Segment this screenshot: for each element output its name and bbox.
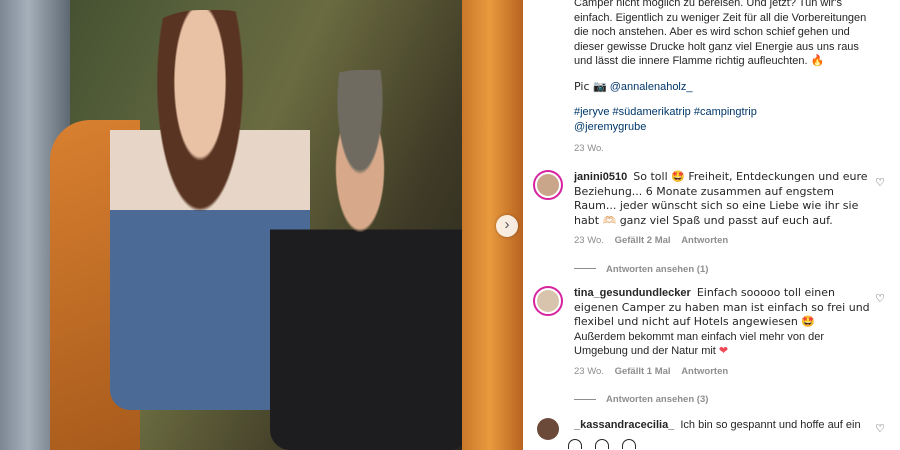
comment-username[interactable]: tina_gesundundlecker — [574, 287, 691, 299]
post-photo: › — [0, 0, 523, 450]
caption-timestamp[interactable]: 23 Wo. — [574, 142, 874, 157]
avatar[interactable] — [533, 414, 563, 444]
person-man — [270, 70, 470, 450]
like-post-icon[interactable] — [568, 439, 582, 449]
comment-icon[interactable] — [595, 439, 609, 449]
view-replies-button[interactable]: Antworten ansehen (1) — [574, 263, 874, 278]
caption-hashtags[interactable]: #jeryve #südamerikatrip #campingtrip — [574, 105, 874, 120]
comments-pane: Camper nicht möglich zu bereisen. Und je… — [523, 0, 900, 450]
caption-text: Camper nicht möglich zu bereisen. Und je… — [574, 0, 867, 67]
comment-text: Ich bin so gespannt und hoffe auf ein — [680, 419, 861, 431]
comment-actions: 23 Wo. Gefällt 1 Mal Antworten — [574, 365, 874, 380]
comment-likes[interactable]: Gefällt 1 Mal — [615, 366, 671, 377]
share-icon[interactable] — [622, 439, 636, 449]
next-image-icon[interactable]: › — [496, 215, 518, 237]
view-replies-button[interactable]: Antworten ansehen (3) — [574, 393, 874, 408]
avatar[interactable] — [533, 170, 563, 200]
photo-credit-prefix: Pic 📷 — [574, 79, 607, 93]
comment-timestamp[interactable]: 23 Wo. — [574, 235, 604, 246]
reply-button[interactable]: Antworten — [681, 366, 728, 377]
view-replies-label: Antworten ansehen (1) — [606, 263, 709, 275]
comment-likes[interactable]: Gefällt 2 Mal — [615, 235, 671, 246]
comment-timestamp[interactable]: 23 Wo. — [574, 366, 604, 377]
post-caption: Camper nicht möglich zu bereisen. Und je… — [574, 0, 874, 157]
comment-actions: 23 Wo. Gefällt 2 Mal Antworten — [574, 234, 874, 249]
view-replies-label: Antworten ansehen (3) — [606, 394, 709, 405]
avatar[interactable] — [533, 286, 563, 316]
reply-button[interactable]: Antworten — [681, 235, 728, 246]
caption-photo-credit: Pic 📷 @annalenaholz_ — [574, 80, 874, 95]
comment-text-line2: Außerdem bekommt man einfach viel mehr v… — [574, 330, 825, 358]
comment-text-continued: Außerdem bekommt man einfach viel mehr v… — [574, 330, 874, 359]
red-heart-icon: ❤ — [718, 345, 729, 357]
photographer-link[interactable]: @annalenaholz_ — [610, 81, 693, 93]
like-heart-icon[interactable]: ♡ — [875, 422, 885, 437]
replies-divider — [574, 268, 596, 270]
comment-username[interactable]: janini0510 — [574, 171, 627, 183]
like-heart-icon[interactable]: ♡ — [875, 176, 885, 191]
comment-username[interactable]: _kassandracecilia_ — [574, 419, 674, 431]
caption-mention[interactable]: @jeremygrube — [574, 120, 874, 135]
replies-divider — [574, 398, 596, 400]
action-bar — [523, 439, 900, 450]
like-heart-icon[interactable]: ♡ — [875, 292, 885, 307]
